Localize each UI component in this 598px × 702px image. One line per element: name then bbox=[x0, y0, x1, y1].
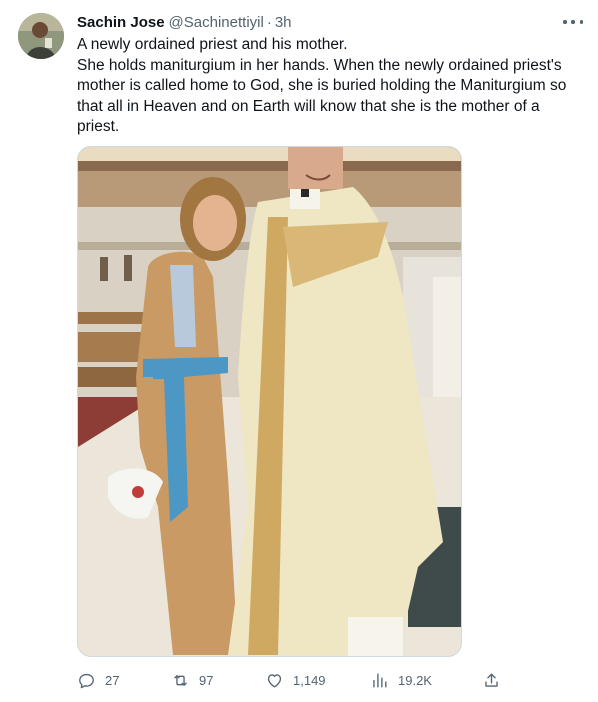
reply-count: 27 bbox=[105, 672, 120, 688]
tweet-header: Sachin Jose @Sachinettiyil · 3h bbox=[77, 12, 292, 32]
share-icon bbox=[485, 672, 498, 687]
like-count: 1,149 bbox=[293, 672, 326, 688]
avatar[interactable] bbox=[18, 13, 64, 59]
retweet-icon bbox=[174, 674, 187, 686]
tweet-text-line: She holds maniturgium in her hands. When… bbox=[77, 56, 567, 136]
separator-dot: · bbox=[266, 13, 272, 31]
retweet-count: 97 bbox=[199, 672, 214, 688]
tweet-card[interactable]: Sachin Jose @Sachinettiyil · 3h A newly … bbox=[0, 0, 598, 702]
reply-icon bbox=[79, 673, 94, 688]
tweet-photo[interactable] bbox=[77, 146, 462, 657]
heart-icon bbox=[267, 673, 282, 688]
views-icon bbox=[373, 672, 387, 688]
retweet-button[interactable]: 97 bbox=[171, 668, 213, 692]
share-button[interactable] bbox=[482, 668, 501, 692]
timestamp[interactable]: 3h bbox=[275, 14, 292, 31]
views-button[interactable]: 19.2K bbox=[370, 668, 432, 692]
tweet-text-line: A newly ordained priest and his mother. bbox=[77, 36, 348, 53]
author-handle[interactable]: @Sachinettiyil bbox=[169, 14, 264, 31]
author-name[interactable]: Sachin Jose bbox=[77, 14, 165, 31]
tweet-text: A newly ordained priest and his mother. … bbox=[77, 35, 577, 138]
views-count: 19.2K bbox=[398, 672, 432, 688]
like-button[interactable]: 1,149 bbox=[265, 668, 326, 692]
tweet-actions: 27 97 1,149 19.2K bbox=[77, 668, 507, 692]
reply-button[interactable]: 27 bbox=[77, 668, 119, 692]
more-options-icon[interactable] bbox=[563, 14, 583, 30]
